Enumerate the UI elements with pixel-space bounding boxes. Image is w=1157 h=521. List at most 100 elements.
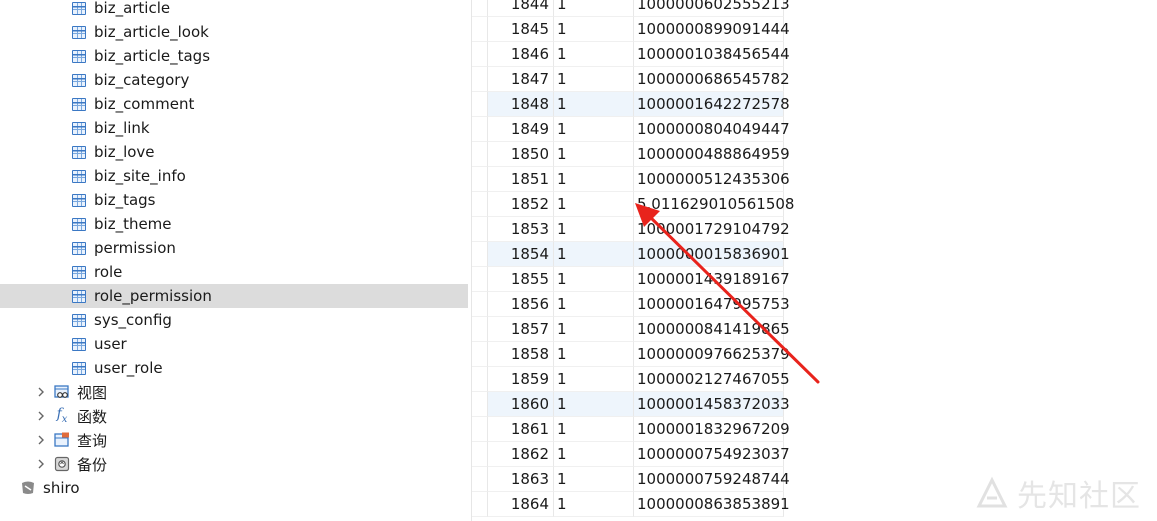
value-cell[interactable]: 1000000804049447 (634, 117, 790, 142)
id-cell[interactable]: 1864 (488, 492, 554, 517)
row-selector[interactable] (472, 267, 488, 292)
value-cell[interactable]: 1000000863853891 (634, 492, 790, 517)
value-cell[interactable]: 1 (554, 242, 634, 267)
table-row[interactable]: 1850 1 1000000488864959 (472, 142, 1157, 167)
id-cell[interactable]: 1863 (488, 467, 554, 492)
id-cell[interactable]: 1847 (488, 67, 554, 92)
id-cell[interactable]: 1862 (488, 442, 554, 467)
id-cell[interactable]: 1854 (488, 242, 554, 267)
row-selector[interactable] (472, 217, 488, 242)
value-cell[interactable]: 5.011629010561508 (634, 192, 794, 217)
table-item-biz-category[interactable]: biz_category (0, 68, 468, 92)
table-row[interactable]: 1861 1 1000001832967209 (472, 417, 1157, 442)
value-cell[interactable]: 1000000754923037 (634, 442, 790, 467)
value-cell[interactable]: 1000002127467055 (634, 367, 790, 392)
chevron-right-icon[interactable] (34, 385, 48, 399)
value-cell[interactable]: 1000000512435306 (634, 167, 790, 192)
connection-item-shiro[interactable]: shiro (0, 476, 468, 500)
row-selector[interactable] (472, 492, 488, 517)
table-row[interactable]: 1847 1 1000000686545782 (472, 67, 1157, 92)
value-cell[interactable]: 1000001458372033 (634, 392, 790, 417)
value-cell[interactable]: 1 (554, 117, 634, 142)
value-cell[interactable]: 1 (554, 317, 634, 342)
value-cell[interactable]: 1 (554, 17, 634, 42)
value-cell[interactable]: 1 (554, 367, 634, 392)
table-item-biz-link[interactable]: biz_link (0, 116, 468, 140)
value-cell[interactable]: 1000000602555213 (634, 0, 790, 17)
id-cell[interactable]: 1852 (488, 192, 554, 217)
id-cell[interactable]: 1856 (488, 292, 554, 317)
chevron-right-icon[interactable] (34, 409, 48, 423)
table-row[interactable]: 1854 1 1000000015836901 (472, 242, 1157, 267)
row-selector[interactable] (472, 167, 488, 192)
id-cell[interactable]: 1860 (488, 392, 554, 417)
table-row[interactable]: 1848 1 1000001642272578 (472, 92, 1157, 117)
value-cell[interactable]: 1000000759248744 (634, 467, 790, 492)
chevron-right-icon[interactable] (34, 433, 48, 447)
table-item-biz-tags[interactable]: biz_tags (0, 188, 468, 212)
value-cell[interactable]: 1 (554, 42, 634, 67)
table-item-biz-theme[interactable]: biz_theme (0, 212, 468, 236)
row-selector[interactable] (472, 392, 488, 417)
value-cell[interactable]: 1000001832967209 (634, 417, 790, 442)
row-selector[interactable] (472, 67, 488, 92)
value-cell[interactable]: 1 (554, 92, 634, 117)
value-cell[interactable]: 1 (554, 492, 634, 517)
row-selector[interactable] (472, 0, 488, 17)
row-selector[interactable] (472, 192, 488, 217)
table-item-role[interactable]: role (0, 260, 468, 284)
row-selector[interactable] (472, 117, 488, 142)
id-cell[interactable]: 1861 (488, 417, 554, 442)
tree-group-functions[interactable]: fx 函数 (0, 404, 468, 428)
table-item-biz-love[interactable]: biz_love (0, 140, 468, 164)
value-cell[interactable]: 1 (554, 67, 634, 92)
value-cell[interactable]: 1000000841419865 (634, 317, 790, 342)
table-row[interactable]: 1851 1 1000000512435306 (472, 167, 1157, 192)
table-row[interactable]: 1852 1 5.011629010561508 (472, 192, 1157, 217)
value-cell[interactable]: 1 (554, 442, 634, 467)
value-cell[interactable]: 1 (554, 167, 634, 192)
value-cell[interactable]: 1 (554, 417, 634, 442)
value-cell[interactable]: 1 (554, 217, 634, 242)
table-item-biz-article[interactable]: biz_article (0, 0, 468, 20)
value-cell[interactable]: 1 (554, 392, 634, 417)
table-row[interactable]: 1859 1 1000002127467055 (472, 367, 1157, 392)
table-row[interactable]: 1846 1 1000001038456544 (472, 42, 1157, 67)
row-selector[interactable] (472, 442, 488, 467)
id-cell[interactable]: 1857 (488, 317, 554, 342)
table-item-role-permission[interactable]: role_permission (0, 284, 468, 308)
table-row[interactable]: 1858 1 1000000976625379 (472, 342, 1157, 367)
table-item-biz-article-look[interactable]: biz_article_look (0, 20, 468, 44)
tree-group-queries[interactable]: 查询 (0, 428, 468, 452)
table-item-permission[interactable]: permission (0, 236, 468, 260)
table-row[interactable]: 1844 1 1000000602555213 (472, 0, 1157, 17)
value-cell[interactable]: 1000000686545782 (634, 67, 790, 92)
id-cell[interactable]: 1855 (488, 267, 554, 292)
table-row[interactable]: 1849 1 1000000804049447 (472, 117, 1157, 142)
table-row[interactable]: 1853 1 1000001729104792 (472, 217, 1157, 242)
table-item-biz-comment[interactable]: biz_comment (0, 92, 468, 116)
row-selector[interactable] (472, 242, 488, 267)
id-cell[interactable]: 1848 (488, 92, 554, 117)
id-cell[interactable]: 1850 (488, 142, 554, 167)
id-cell[interactable]: 1853 (488, 217, 554, 242)
id-cell[interactable]: 1849 (488, 117, 554, 142)
row-selector[interactable] (472, 342, 488, 367)
value-cell[interactable]: 1000001038456544 (634, 42, 790, 67)
table-item-biz-article-tags[interactable]: biz_article_tags (0, 44, 468, 68)
value-cell[interactable]: 1000000899091444 (634, 17, 790, 42)
table-item-sys-config[interactable]: sys_config (0, 308, 468, 332)
value-cell[interactable]: 1 (554, 192, 634, 217)
row-selector[interactable] (472, 367, 488, 392)
value-cell[interactable]: 1000001642272578 (634, 92, 790, 117)
table-item-biz-site-info[interactable]: biz_site_info (0, 164, 468, 188)
table-row[interactable]: 1862 1 1000000754923037 (472, 442, 1157, 467)
tree-group-backups[interactable]: 备份 (0, 452, 468, 476)
table-row[interactable]: 1855 1 1000001439189167 (472, 267, 1157, 292)
value-cell[interactable]: 1000001647995753 (634, 292, 790, 317)
value-cell[interactable]: 1 (554, 342, 634, 367)
value-cell[interactable]: 1000001729104792 (634, 217, 790, 242)
id-cell[interactable]: 1858 (488, 342, 554, 367)
value-cell[interactable]: 1 (554, 0, 634, 17)
value-cell[interactable]: 1000000488864959 (634, 142, 790, 167)
